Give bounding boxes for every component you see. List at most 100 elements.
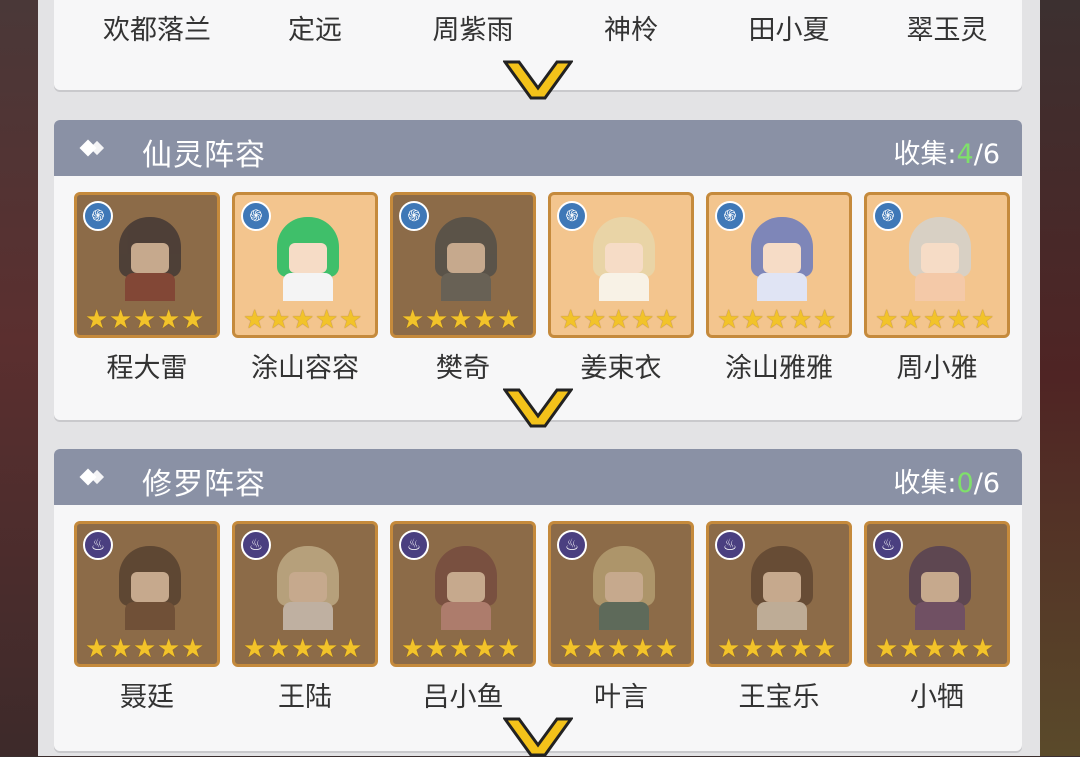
star-icon: ★ — [267, 305, 291, 335]
character-name: 姜束衣 — [580, 353, 662, 384]
character-portrait[interactable]: ♨ ★ ★ ★ ★ ★ — [232, 521, 378, 667]
star-icon: ★ — [559, 634, 583, 664]
diamond-icon — [78, 463, 118, 491]
star-icon: ★ — [947, 305, 971, 335]
character-name: 王陆 — [278, 682, 332, 713]
character-portrait[interactable]: ֍ ★ ★ ★ ★ ★ — [706, 192, 852, 338]
star-icon: ★ — [425, 305, 449, 335]
star-icon: ★ — [899, 634, 923, 664]
character-slot[interactable]: ֍ ★ ★ ★ ★ ★ 程大雷 — [74, 192, 220, 384]
character-portrait[interactable]: ֍ ★ ★ ★ ★ ★ — [548, 192, 694, 338]
character-name: 周紫雨 — [432, 15, 514, 46]
character-name: 吕小鱼 — [422, 682, 504, 713]
xianling-swirl-icon: ֍ — [715, 201, 745, 231]
character-slot[interactable]: ֍ ★ ★ ★ ★ ★ 涂山容容 — [232, 192, 378, 384]
lineup-card-xiuluo: 修罗阵容 收集:0/6 ♨ ★ ★ ★ ★ ★ 聂廷 ♨ ★ ★ ★ ★ ★ 王陆 ♨ ★ ★ ★ ★ ★ 吕小鱼 ♨ ★ ★… — [54, 449, 1022, 757]
star-icon: ★ — [875, 305, 899, 335]
star-icon: ★ — [923, 305, 947, 335]
character-sprite — [431, 217, 501, 301]
star-rating: ★ ★ ★ ★ ★ — [875, 307, 1005, 335]
character-sprite — [905, 546, 975, 630]
star-icon: ★ — [291, 305, 315, 335]
xiuluo-flame-icon: ♨ — [83, 530, 113, 560]
character-slot[interactable]: ♨ ★ ★ ★ ★ ★ 聂廷 — [74, 521, 220, 713]
character-slot[interactable]: ♨ ★ ★ ★ ★ ★ 王宝乐 — [706, 521, 852, 713]
character-sprite — [905, 217, 975, 301]
star-icon: ★ — [339, 634, 363, 664]
star-icon: ★ — [947, 634, 971, 664]
character-portrait[interactable]: ֍ ★ ★ ★ ★ ★ — [864, 192, 1010, 338]
star-rating: ★ ★ ★ ★ ★ — [717, 636, 847, 664]
star-rating: ★ ★ ★ ★ ★ — [559, 307, 689, 335]
star-rating: ★ ★ ★ ★ ★ — [559, 636, 689, 664]
lineup-card-xianling: 仙灵阵容 收集:4/6 ֍ ★ ★ ★ ★ ★ 程大雷 ֍ ★ ★ ★ ★ ★ 涂山容容 ֍ ★ ★ ★ ★ ★ 樊奇 ֍… — [54, 120, 1022, 428]
star-icon: ★ — [583, 634, 607, 664]
star-icon: ★ — [631, 305, 655, 335]
xianling-swirl-icon: ֍ — [557, 201, 587, 231]
star-icon: ★ — [157, 305, 181, 335]
star-icon: ★ — [315, 634, 339, 664]
star-rating: ★ ★ ★ ★ ★ — [243, 636, 373, 664]
character-name: 王宝乐 — [738, 682, 820, 713]
star-rating: ★ ★ ★ ★ ★ — [85, 636, 215, 664]
star-icon: ★ — [291, 634, 315, 664]
character-sprite — [747, 546, 817, 630]
star-icon: ★ — [655, 305, 679, 335]
character-slot[interactable]: ♨ ★ ★ ★ ★ ★ 王陆 — [232, 521, 378, 713]
character-portrait[interactable]: ♨ ★ ★ ★ ★ ★ — [864, 521, 1010, 667]
star-rating: ★ ★ ★ ★ ★ — [401, 636, 531, 664]
star-rating: ★ ★ ★ ★ ★ — [401, 307, 531, 335]
star-icon: ★ — [85, 305, 109, 335]
character-grid: ♨ ★ ★ ★ ★ ★ 聂廷 ♨ ★ ★ ★ ★ ★ 王陆 ♨ ★ ★ ★ ★ ★ 吕小鱼 ♨ ★ ★ ★ ★ ★ 叶言 ♨ ★ ★ ★ ★ ★ 王… — [74, 521, 1010, 713]
character-slot[interactable]: ֍ ★ ★ ★ ★ ★ 涂山雅雅 — [706, 192, 852, 384]
star-icon: ★ — [741, 305, 765, 335]
character-portrait[interactable]: ♨ ★ ★ ★ ★ ★ — [706, 521, 852, 667]
star-icon: ★ — [717, 634, 741, 664]
star-rating: ★ ★ ★ ★ ★ — [875, 636, 1005, 664]
collection-count: 收集:0/6 — [893, 468, 1000, 499]
lineup-header: 仙灵阵容 收集:4/6 — [54, 120, 1022, 176]
diamond-icon — [78, 134, 118, 162]
star-icon: ★ — [109, 305, 133, 335]
xiuluo-flame-icon: ♨ — [557, 530, 587, 560]
character-slot[interactable]: ֍ ★ ★ ★ ★ ★ 樊奇 — [390, 192, 536, 384]
star-rating: ★ ★ ★ ★ ★ — [243, 307, 373, 335]
previous-lineup-names: 欢都落兰 定远 周紫雨 神柃 田小夏 翠玉灵 — [84, 8, 1014, 48]
star-rating: ★ ★ ★ ★ ★ — [85, 307, 215, 335]
star-icon: ★ — [923, 634, 947, 664]
star-icon: ★ — [765, 634, 789, 664]
expand-chevron-icon[interactable] — [503, 717, 573, 757]
star-icon: ★ — [497, 305, 521, 335]
character-slot[interactable]: ֍ ★ ★ ★ ★ ★ 姜束衣 — [548, 192, 694, 384]
character-portrait[interactable]: ♨ ★ ★ ★ ★ ★ — [390, 521, 536, 667]
collection-count: 收集:4/6 — [893, 139, 1000, 170]
expand-chevron-icon[interactable] — [503, 60, 573, 100]
character-name: 神柃 — [604, 15, 658, 46]
character-name: 叶言 — [594, 682, 648, 713]
star-icon: ★ — [717, 305, 741, 335]
star-icon: ★ — [449, 634, 473, 664]
character-slot[interactable]: ֍ ★ ★ ★ ★ ★ 周小雅 — [864, 192, 1010, 384]
star-icon: ★ — [971, 305, 995, 335]
character-portrait[interactable]: ֍ ★ ★ ★ ★ ★ — [390, 192, 536, 338]
character-slot[interactable]: ♨ ★ ★ ★ ★ ★ 吕小鱼 — [390, 521, 536, 713]
star-icon: ★ — [631, 634, 655, 664]
expand-chevron-icon[interactable] — [503, 388, 573, 428]
star-icon: ★ — [497, 634, 521, 664]
xiuluo-flame-icon: ♨ — [241, 530, 271, 560]
character-portrait[interactable]: ֍ ★ ★ ★ ★ ★ — [232, 192, 378, 338]
star-icon: ★ — [109, 634, 133, 664]
star-icon: ★ — [741, 634, 765, 664]
character-name: 涂山容容 — [251, 353, 359, 384]
character-portrait[interactable]: ♨ ★ ★ ★ ★ ★ — [548, 521, 694, 667]
blurred-background-right — [1035, 0, 1080, 756]
character-sprite — [115, 546, 185, 630]
character-portrait[interactable]: ♨ ★ ★ ★ ★ ★ — [74, 521, 220, 667]
character-slot[interactable]: ♨ ★ ★ ★ ★ ★ 叶言 — [548, 521, 694, 713]
character-sprite — [589, 217, 659, 301]
character-name: 小牺 — [910, 682, 964, 713]
character-slot[interactable]: ♨ ★ ★ ★ ★ ★ 小牺 — [864, 521, 1010, 713]
character-grid: ֍ ★ ★ ★ ★ ★ 程大雷 ֍ ★ ★ ★ ★ ★ 涂山容容 ֍ ★ ★ ★ ★ ★ 樊奇 ֍ ★ ★ ★ ★ ★ 姜束衣 ֍ ★ ★ ★… — [74, 192, 1010, 384]
star-icon: ★ — [607, 634, 631, 664]
character-portrait[interactable]: ֍ ★ ★ ★ ★ ★ — [74, 192, 220, 338]
